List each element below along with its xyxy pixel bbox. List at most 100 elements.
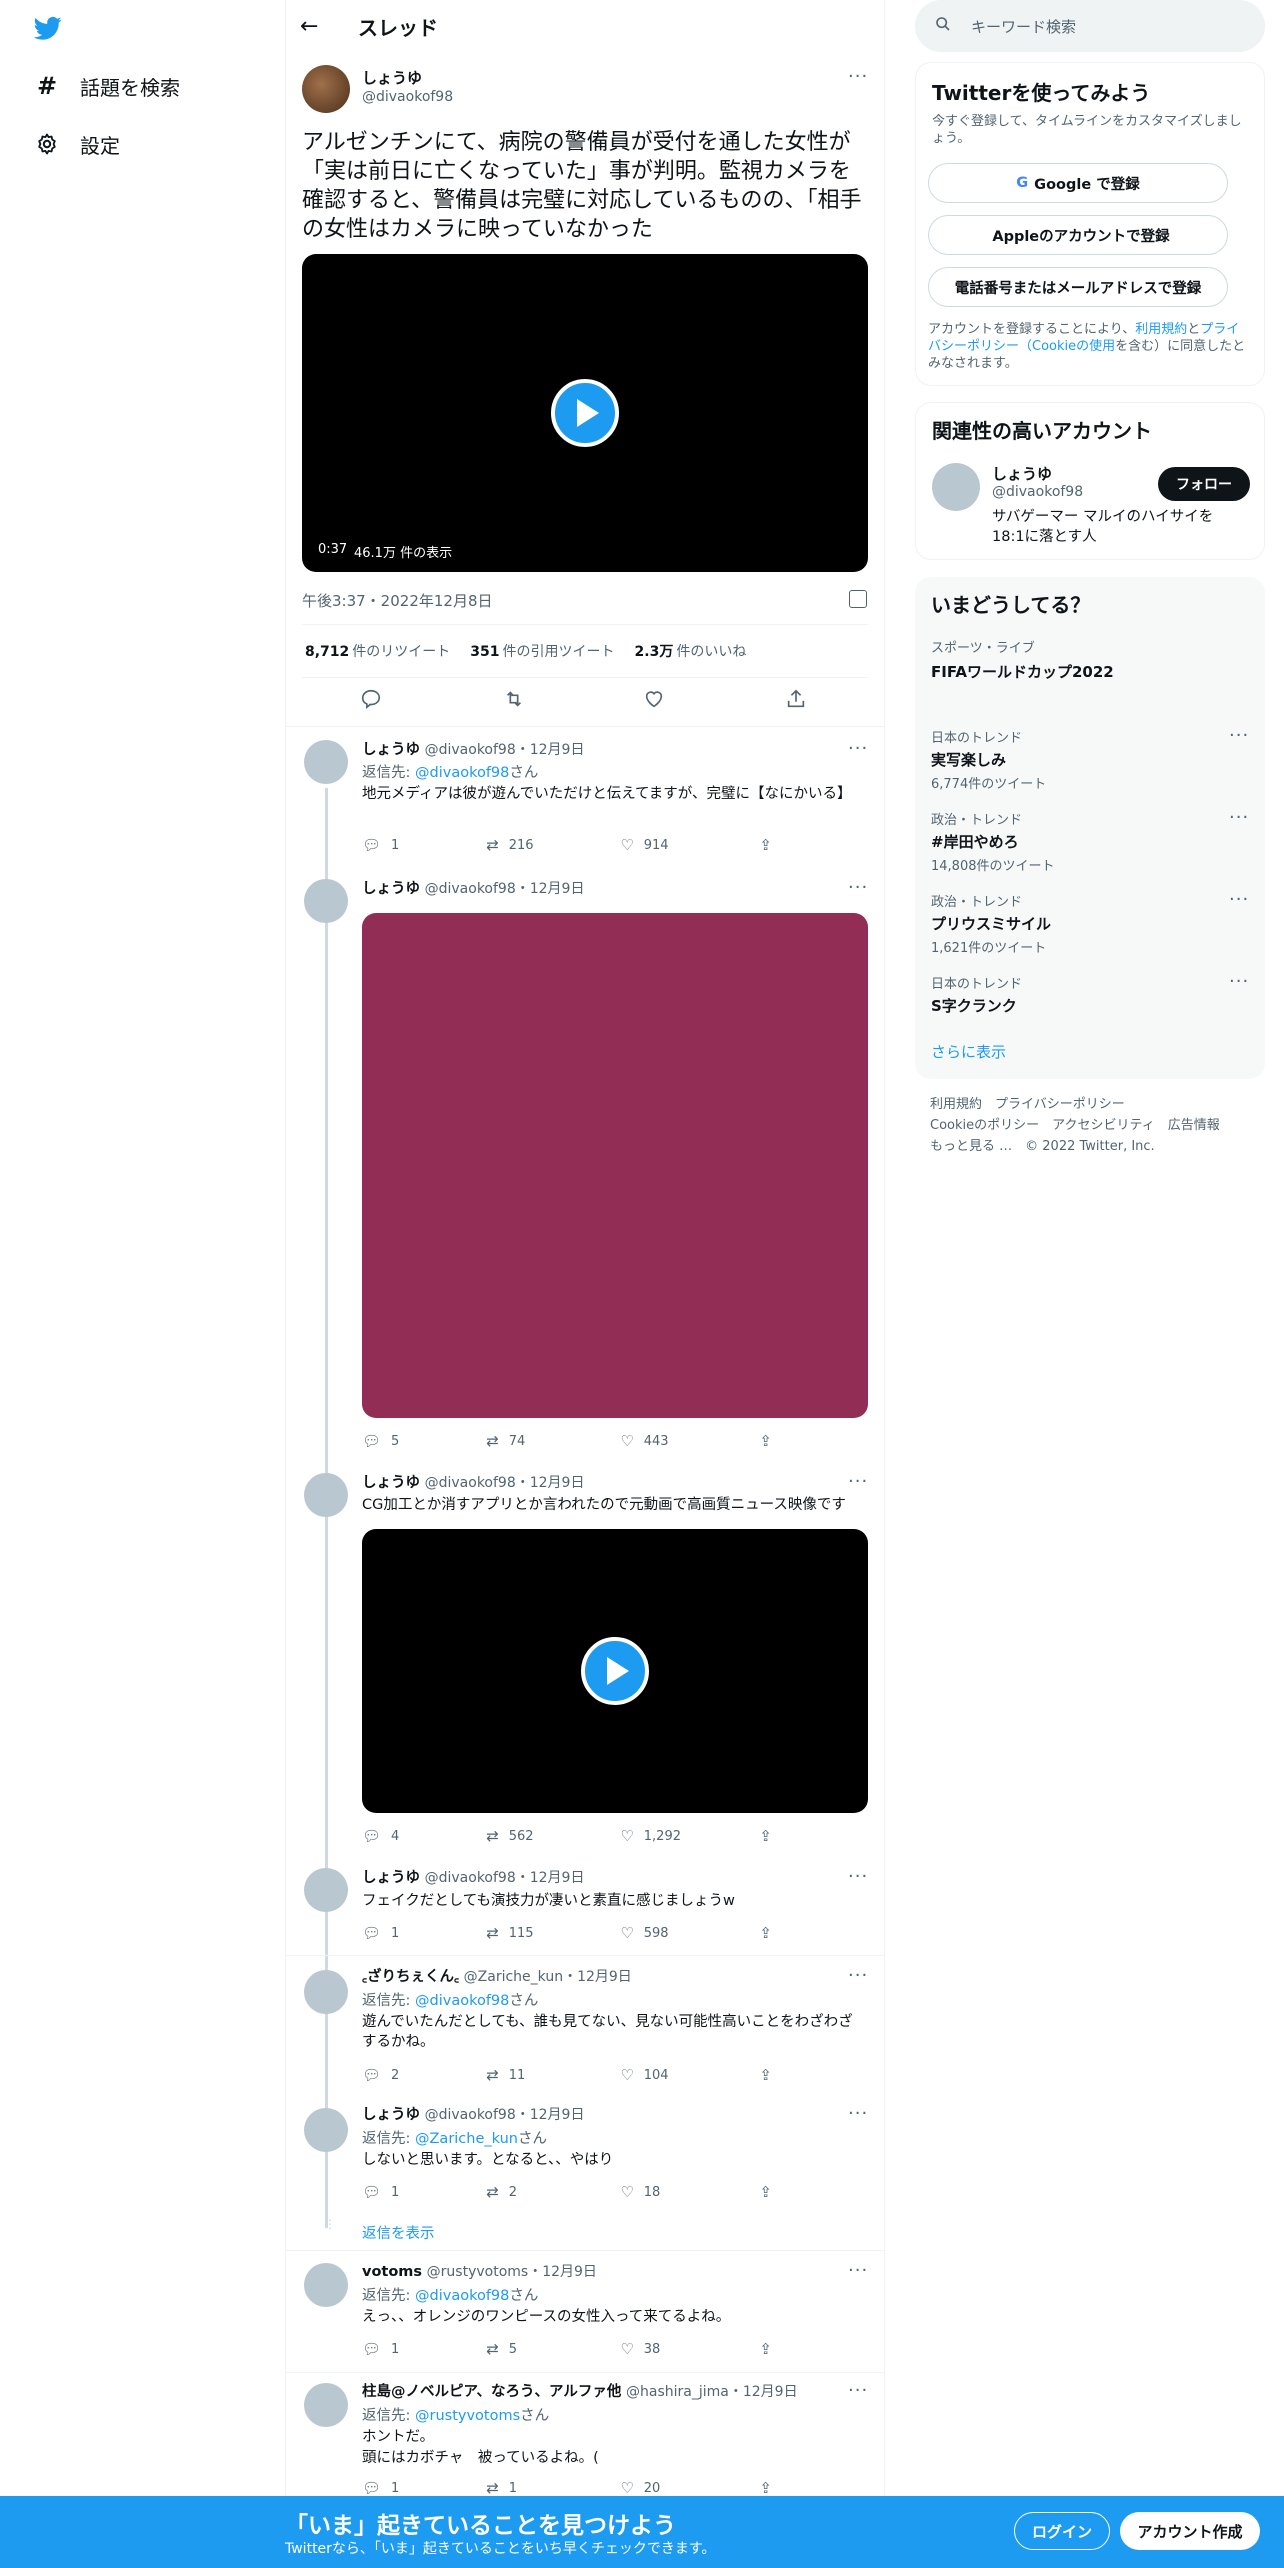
- like-stat[interactable]: 2.3万 件のいいね: [635, 641, 747, 661]
- more-options-icon[interactable]: ···: [848, 1866, 868, 1887]
- reply-author-handle[interactable]: @rustyvotoms: [427, 2264, 529, 2280]
- nav-explore[interactable]: # 話題を検索: [34, 66, 180, 106]
- retweet-action[interactable]: ⇄ 2: [486, 2183, 620, 2201]
- more-options-icon[interactable]: ···: [848, 2260, 868, 2281]
- avatar[interactable]: [304, 2263, 348, 2307]
- reply-date[interactable]: ・12月9日: [516, 1870, 585, 1886]
- retweet-action[interactable]: ⇄ 5: [486, 2340, 620, 2358]
- share-action[interactable]: ⇪: [759, 2340, 782, 2358]
- retweet-action[interactable]: ⇄ 1: [486, 2479, 620, 2497]
- nav-settings[interactable]: 設定: [34, 124, 120, 164]
- reply-date[interactable]: ・12月9日: [729, 2384, 798, 2400]
- reply-action[interactable]: 💬︎ 1: [362, 836, 486, 854]
- reply-author-handle[interactable]: @divaokof98: [425, 742, 516, 758]
- avatar[interactable]: [304, 1970, 348, 2014]
- video-player[interactable]: [362, 1529, 868, 1813]
- author-name[interactable]: しょうゆ: [362, 67, 422, 88]
- retweet-action[interactable]: ⇄ 74: [486, 1432, 620, 1450]
- reply-author-handle[interactable]: @divaokof98: [425, 1870, 516, 1886]
- more-options-icon[interactable]: ···: [848, 877, 868, 898]
- signup-button[interactable]: アカウント作成: [1120, 2512, 1260, 2550]
- like-action[interactable]: ♡ 20: [620, 2479, 759, 2497]
- reply-author-name[interactable]: しょうゆ: [362, 742, 420, 758]
- reply-author-name[interactable]: ꜀ざりちぇくん꜀: [362, 1969, 459, 1985]
- share-action[interactable]: ⇪: [759, 2066, 782, 2084]
- share-icon[interactable]: [785, 688, 807, 716]
- avatar[interactable]: [304, 740, 348, 784]
- more-options-icon[interactable]: ···: [1229, 971, 1249, 992]
- trend-item[interactable]: 日本のトレンド 実写楽しみ 6,774件のツイート: [931, 727, 1251, 792]
- like-action[interactable]: ♡ 18: [620, 2183, 759, 2201]
- like-action[interactable]: ♡ 443: [620, 1432, 759, 1450]
- related-name[interactable]: しょうゆ: [992, 463, 1052, 484]
- show-more-link[interactable]: さらに表示: [931, 1041, 1006, 1062]
- reply-action[interactable]: 💬︎ 5: [362, 1432, 486, 1450]
- share-action[interactable]: ⇪: [759, 836, 782, 854]
- twitter-logo-icon[interactable]: [31, 14, 65, 42]
- analytics-icon[interactable]: [849, 590, 867, 608]
- avatar[interactable]: [304, 2383, 348, 2427]
- avatar[interactable]: [304, 2108, 348, 2152]
- more-options-icon[interactable]: ···: [848, 738, 868, 759]
- reply-date[interactable]: ・12月9日: [516, 2107, 585, 2123]
- footer-more-link[interactable]: もっと見る …: [930, 1139, 1012, 1154]
- reply-action[interactable]: 💬︎ 1: [362, 2340, 486, 2358]
- reply-to-link[interactable]: @divaokof98: [415, 765, 509, 781]
- reply-to-link[interactable]: @divaokof98: [415, 2288, 509, 2304]
- more-options-icon[interactable]: ···: [1229, 807, 1249, 828]
- avatar[interactable]: [304, 879, 348, 923]
- login-button[interactable]: ログイン: [1014, 2512, 1110, 2550]
- retweet-stat[interactable]: 8,712 件のリツイート: [305, 641, 450, 661]
- reply-action[interactable]: 💬︎ 2: [362, 2066, 486, 2084]
- reply-action[interactable]: 💬︎ 1: [362, 2183, 486, 2201]
- footer-privacy-link[interactable]: プライバシーポリシー: [995, 1097, 1125, 1112]
- share-action[interactable]: ⇪: [759, 1432, 782, 1450]
- reply-action[interactable]: 💬︎ 1: [362, 2479, 486, 2497]
- reply-author-handle[interactable]: @Zariche_kun: [464, 1969, 563, 1985]
- footer-ads-link[interactable]: 広告情報: [1168, 1118, 1220, 1133]
- trend-item[interactable]: 日本のトレンド S字クランク: [931, 973, 1251, 1016]
- trend-item[interactable]: 政治・トレンド プリウスミサイル 1,621件のツイート: [931, 891, 1251, 956]
- phone-signup-button[interactable]: 電話番号またはメールアドレスで登録: [928, 267, 1228, 307]
- like-icon[interactable]: [643, 688, 665, 716]
- footer-terms-link[interactable]: 利用規約: [930, 1097, 982, 1112]
- reply-author-handle[interactable]: @divaokof98: [425, 1475, 516, 1491]
- more-options-icon[interactable]: ···: [1229, 725, 1249, 746]
- like-action[interactable]: ♡ 38: [620, 2340, 759, 2358]
- avatar[interactable]: [932, 463, 980, 511]
- more-options-icon[interactable]: ···: [848, 66, 868, 87]
- more-options-icon[interactable]: ···: [848, 1965, 868, 1986]
- retweet-action[interactable]: ⇄ 562: [486, 1827, 620, 1845]
- share-action[interactable]: ⇪: [759, 1924, 782, 1942]
- tweet-timestamp[interactable]: 午後3:37・2022年12月8日: [302, 590, 493, 611]
- retweet-icon[interactable]: [502, 688, 526, 716]
- terms-link[interactable]: 利用規約: [1135, 322, 1187, 337]
- reply-author-name[interactable]: しょうゆ: [362, 1870, 420, 1886]
- search-input[interactable]: キーワード検索: [971, 16, 1076, 37]
- share-action[interactable]: ⇪: [759, 2479, 782, 2497]
- more-options-icon[interactable]: ···: [848, 2380, 868, 2401]
- quote-stat[interactable]: 351 件の引用ツイート: [470, 641, 614, 661]
- search-box[interactable]: キーワード検索: [915, 0, 1265, 52]
- show-replies-link[interactable]: 返信を表示: [362, 2222, 435, 2243]
- related-handle[interactable]: @divaokof98: [992, 484, 1083, 500]
- play-button[interactable]: [551, 379, 619, 447]
- trend-item[interactable]: 政治・トレンド #岸田やめろ 14,808件のツイート: [931, 809, 1251, 874]
- footer-cookie-link[interactable]: Cookieのポリシー: [930, 1118, 1039, 1133]
- reply-action[interactable]: 💬︎ 1: [362, 1924, 486, 1942]
- retweet-action[interactable]: ⇄ 216: [486, 836, 620, 854]
- follow-button[interactable]: フォロー: [1158, 467, 1250, 501]
- avatar[interactable]: [302, 65, 350, 113]
- like-action[interactable]: ♡ 598: [620, 1924, 759, 1942]
- share-action[interactable]: ⇪: [759, 2183, 782, 2201]
- avatar[interactable]: [304, 1473, 348, 1517]
- reply-action[interactable]: 💬︎ 4: [362, 1827, 486, 1845]
- reply-to-link[interactable]: @rustyvotoms: [415, 2408, 520, 2424]
- more-options-icon[interactable]: ···: [848, 2103, 868, 2124]
- more-options-icon[interactable]: ···: [848, 1471, 868, 1492]
- trend-item[interactable]: スポーツ・ライブ FIFAワールドカップ2022: [931, 637, 1251, 682]
- like-action[interactable]: ♡ 1,292: [620, 1827, 759, 1845]
- video-player[interactable]: 0:37 46.1万 件の表示: [302, 254, 868, 572]
- reply-date[interactable]: ・12月9日: [528, 2264, 597, 2280]
- reply-date[interactable]: ・12月9日: [516, 1475, 585, 1491]
